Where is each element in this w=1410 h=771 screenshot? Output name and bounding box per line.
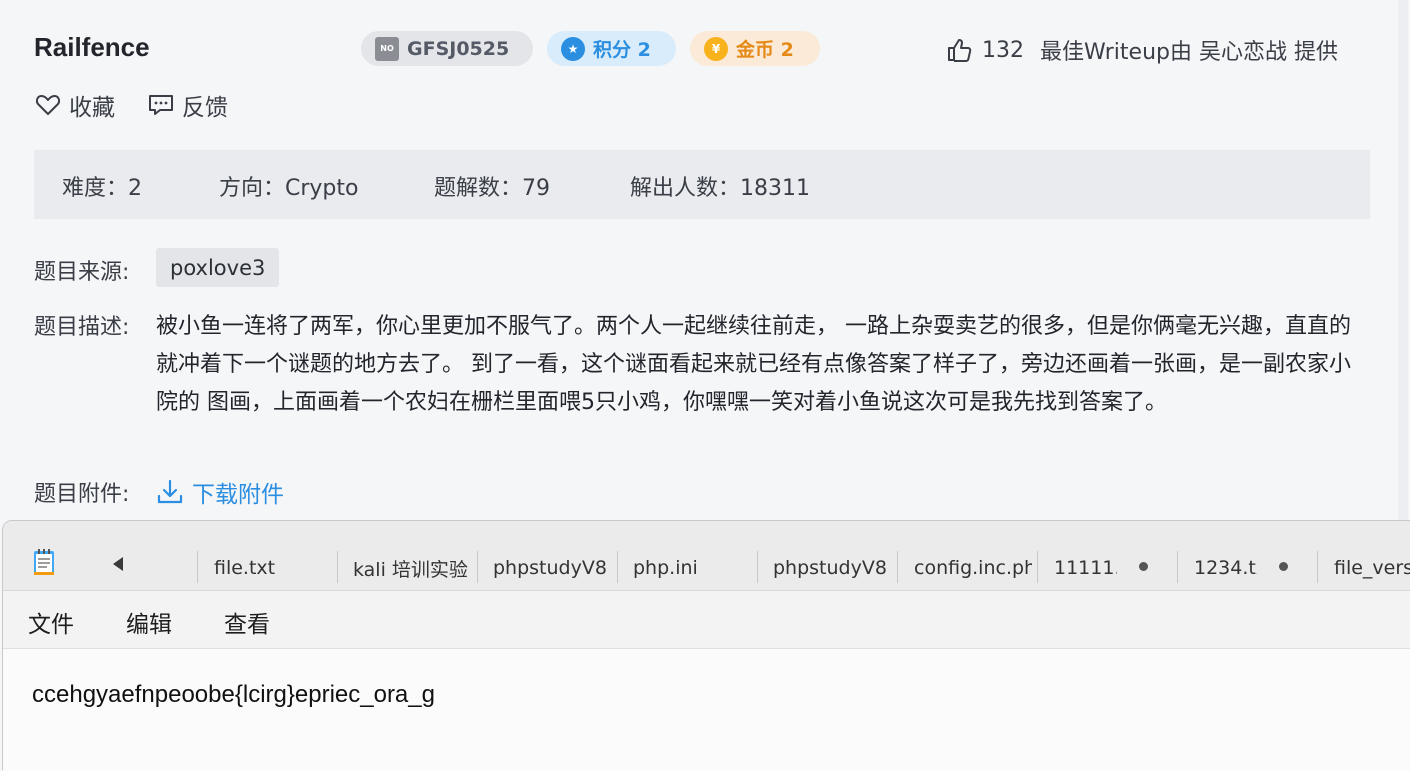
feedback-button[interactable]: 反馈 [148,88,228,122]
score-badge: ★ 积分 2 [547,31,676,66]
editor-content[interactable]: ccehgyaefnpeoobe{lcirg}epriec_ora_g [32,681,435,709]
download-icon [157,479,183,504]
tab-phpstudy-2[interactable]: phpstudyV8 [773,553,891,583]
challenge-title: Railfence [34,32,150,62]
coin-badge: ¥ 金币 2 [690,31,820,66]
likes-count: 132 [982,37,1024,63]
author-badge[interactable]: NO GFSJ0525 [361,31,533,66]
menu-bar: 文件 编辑 查看 [3,591,1410,649]
author-avatar: NO [375,36,399,61]
notepad-window: file.txt kali 培训实验 phpstudyV8 php.ini ph… [2,520,1410,771]
page-scrollbar[interactable] [1398,0,1408,520]
description-label: 题目描述: [34,315,130,340]
writeup-count: 题解数：79 [434,176,550,201]
menu-file[interactable]: 文件 [28,605,74,639]
heart-icon [35,95,61,115]
tab-11111[interactable]: 11111.tx [1054,553,1117,583]
description-text: 被小鱼一连将了两军，你心里更加不服气了。两个人一起继续往前走， 一路上杂耍卖艺的… [156,314,1351,415]
tab-file-vers[interactable]: file_vers [1334,553,1410,583]
favorite-label: 收藏 [69,95,115,121]
attachment-label: 题目附件: [34,482,130,507]
tab-1234[interactable]: 1234.tx [1194,553,1257,583]
unsaved-dot-icon [1139,562,1148,571]
solver-count: 解出人数：18311 [630,176,810,201]
tab-config-inc[interactable]: config.inc.ph [914,553,1032,583]
thumbs-up-icon[interactable] [946,37,972,63]
tab-php-ini[interactable]: php.ini [633,553,751,583]
coin-icon: ¥ [704,36,728,61]
text-editor[interactable]: ccehgyaefnpeoobe{lcirg}epriec_ora_g [3,649,1410,771]
source-label: 题目来源: [34,260,130,285]
tab-scroll-left-icon[interactable] [113,557,123,571]
download-attachment-link[interactable]: 下载附件 [156,475,284,509]
download-label: 下载附件 [192,482,284,508]
author-id: GFSJ0525 [407,37,510,60]
feedback-label: 反馈 [182,95,228,121]
difficulty: 难度：2 [62,176,142,201]
favorite-button[interactable]: 收藏 [35,88,115,122]
tab-bar: file.txt kali 培训实验 phpstudyV8 php.ini ph… [3,521,1410,591]
unsaved-dot-icon [1279,562,1288,571]
score-value: 积分 2 [593,39,651,61]
best-writeup-credit[interactable]: 最佳Writeup由 吴心恋战 提供 [1040,34,1338,66]
star-medal-icon: ★ [561,36,585,61]
notepad-icon [34,549,54,575]
menu-view[interactable]: 查看 [224,605,270,639]
challenge-info-bar: 难度：2 方向：Crypto 题解数：79 解出人数：18311 [34,150,1370,219]
menu-edit[interactable]: 编辑 [126,605,172,639]
category: 方向：Crypto [219,176,359,201]
coin-value: 金币 2 [736,39,794,61]
tab-kali[interactable]: kali 培训实验 [353,553,475,583]
tab-file-txt[interactable]: file.txt [214,553,332,583]
feedback-icon [149,95,173,115]
likes-area: 132 最佳Writeup由 吴心恋战 提供 [946,34,1338,66]
tab-phpstudy-1[interactable]: phpstudyV8 [493,553,613,583]
source-tag: poxlove3 [156,248,280,287]
